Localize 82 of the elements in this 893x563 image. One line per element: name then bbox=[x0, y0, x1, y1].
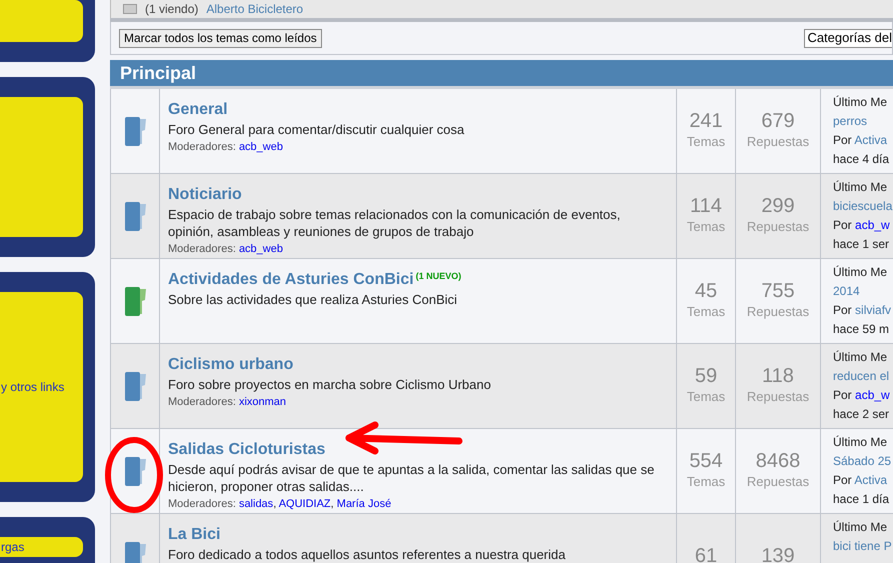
author-link[interactable]: acb_w bbox=[855, 388, 890, 402]
by-label: Por bbox=[833, 218, 852, 232]
moderator-link[interactable]: acb_web bbox=[238, 141, 283, 153]
category-select[interactable]: Categorías del bbox=[804, 28, 892, 48]
post-time: hace 1 día bbox=[833, 491, 890, 508]
last-post-topic[interactable]: 2014 bbox=[833, 282, 860, 301]
moderators-label: Moderadores: bbox=[168, 396, 236, 408]
last-post-label: Último Me bbox=[833, 264, 888, 281]
by-label: Por bbox=[833, 133, 852, 147]
reply-count: 139 bbox=[761, 545, 795, 563]
reply-count: 755 bbox=[761, 280, 795, 302]
topic-count: 59 bbox=[694, 365, 718, 388]
by-label: Por bbox=[833, 388, 852, 402]
moderators-label: Moderadores: bbox=[168, 141, 236, 153]
mark-read-button[interactable]: Marcar todos los temas como leídos bbox=[119, 28, 322, 48]
replies-label: Repuestas bbox=[746, 388, 810, 406]
forum-description: Desde aquí podrás avisar de que te apuntas a la salida, comentar las salidas que se hicieron, proponer otras salidas.... bbox=[168, 461, 656, 495]
new-posts-label: (1 NUEVO) bbox=[416, 271, 462, 281]
last-post-topic[interactable]: reducen el bbox=[833, 367, 890, 386]
forum-title[interactable]: Actividades de Asturies ConBici bbox=[168, 271, 414, 289]
forum-title[interactable]: General bbox=[168, 101, 228, 119]
topics-label: Temas bbox=[686, 218, 726, 236]
by-label: Por bbox=[833, 473, 852, 487]
separator-comma: , bbox=[273, 498, 276, 510]
topic-count: 45 bbox=[694, 280, 718, 302]
reply-count: 299 bbox=[761, 195, 795, 218]
forum-title[interactable]: La Bici bbox=[168, 526, 220, 544]
last-post-label: Último Me bbox=[833, 179, 888, 196]
reply-count: 679 bbox=[761, 110, 795, 132]
replies-label: Repuestas bbox=[746, 133, 810, 152]
forum-description: Foro sobre proyectos en marcha sobre Ciclismo Urbano bbox=[168, 376, 492, 393]
author-link[interactable]: acb_w bbox=[855, 218, 890, 232]
post-time: hace 2 ser bbox=[833, 406, 890, 423]
reply-count: 118 bbox=[762, 365, 794, 388]
forum-description: Espacio de trabajo sobre temas relacionados con la comunicación de eventos, opinión, asambleas y reuniones de grupos de trabajo bbox=[168, 206, 622, 240]
last-post-label: Último Me bbox=[833, 349, 888, 366]
forum-description: Foro General para comentar/discutir cualquier cosa bbox=[168, 121, 466, 138]
topic-count: 114 bbox=[690, 195, 722, 218]
sidebar-link[interactable]: y otros links bbox=[0, 378, 64, 396]
viewer-icon bbox=[123, 4, 137, 14]
replies-label: Repuestas bbox=[746, 303, 810, 322]
topic-count: 554 bbox=[689, 450, 723, 472]
last-post-topic[interactable]: bici tiene P bbox=[833, 537, 892, 556]
reply-count: 8468 bbox=[756, 450, 800, 472]
topic-count: 61 bbox=[694, 545, 718, 563]
viewing-text: (1 viendo) bbox=[145, 3, 198, 15]
last-post-label: Último Me bbox=[833, 434, 888, 451]
replies-label: Repuestas bbox=[746, 473, 810, 492]
section-title: Principal bbox=[120, 62, 196, 85]
moderators-label: Moderadores: bbox=[168, 243, 236, 255]
forum-description: Sobre las actividades que realiza Asturies ConBici bbox=[168, 291, 458, 308]
author-link[interactable]: silviafv bbox=[855, 303, 892, 317]
post-time: hace 59 m bbox=[833, 321, 890, 338]
sidebar-link[interactable]: rgas bbox=[0, 538, 24, 556]
forum-title[interactable]: Ciclismo urbano bbox=[168, 356, 294, 374]
separator-comma: , bbox=[330, 498, 334, 510]
topics-label: Temas bbox=[686, 388, 726, 406]
author-link[interactable]: Activa bbox=[854, 473, 888, 487]
forum-description: Foro dedicado a todos aquellos asuntos referentes a nuestra querida bbox=[168, 546, 566, 563]
last-post-topic[interactable]: Sábado 25 bbox=[833, 452, 892, 471]
moderator-link[interactable]: salidas bbox=[238, 498, 274, 510]
last-post-topic[interactable]: biciescuela bbox=[833, 197, 892, 216]
forum-title[interactable]: Noticiario bbox=[168, 186, 242, 204]
moderator-link[interactable]: María José bbox=[336, 498, 392, 510]
last-post-label: Último Me bbox=[833, 519, 888, 536]
topics-label: Temas bbox=[686, 133, 726, 152]
post-time: hace 4 día bbox=[833, 151, 890, 168]
moderators-label: Moderadores: bbox=[168, 498, 236, 510]
last-post-topic[interactable]: perros bbox=[833, 112, 868, 131]
moderator-link[interactable]: xixonman bbox=[238, 396, 286, 408]
post-time: hace 1 ser bbox=[833, 236, 890, 253]
author-link[interactable]: Activa bbox=[854, 133, 888, 147]
forum-title[interactable]: Salidas Cicloturistas bbox=[168, 441, 326, 459]
topics-label: Temas bbox=[686, 473, 726, 492]
topic-count: 241 bbox=[689, 110, 723, 132]
moderator-link[interactable]: acb_web bbox=[238, 243, 283, 255]
by-label: Por bbox=[833, 303, 852, 317]
topics-label: Temas bbox=[686, 303, 726, 322]
user-link[interactable]: Alberto Bicicletero bbox=[206, 3, 304, 15]
moderator-link[interactable]: AQUIDIAZ bbox=[278, 498, 331, 510]
replies-label: Repuestas bbox=[746, 218, 810, 236]
last-post-label: Último Me bbox=[833, 94, 888, 111]
